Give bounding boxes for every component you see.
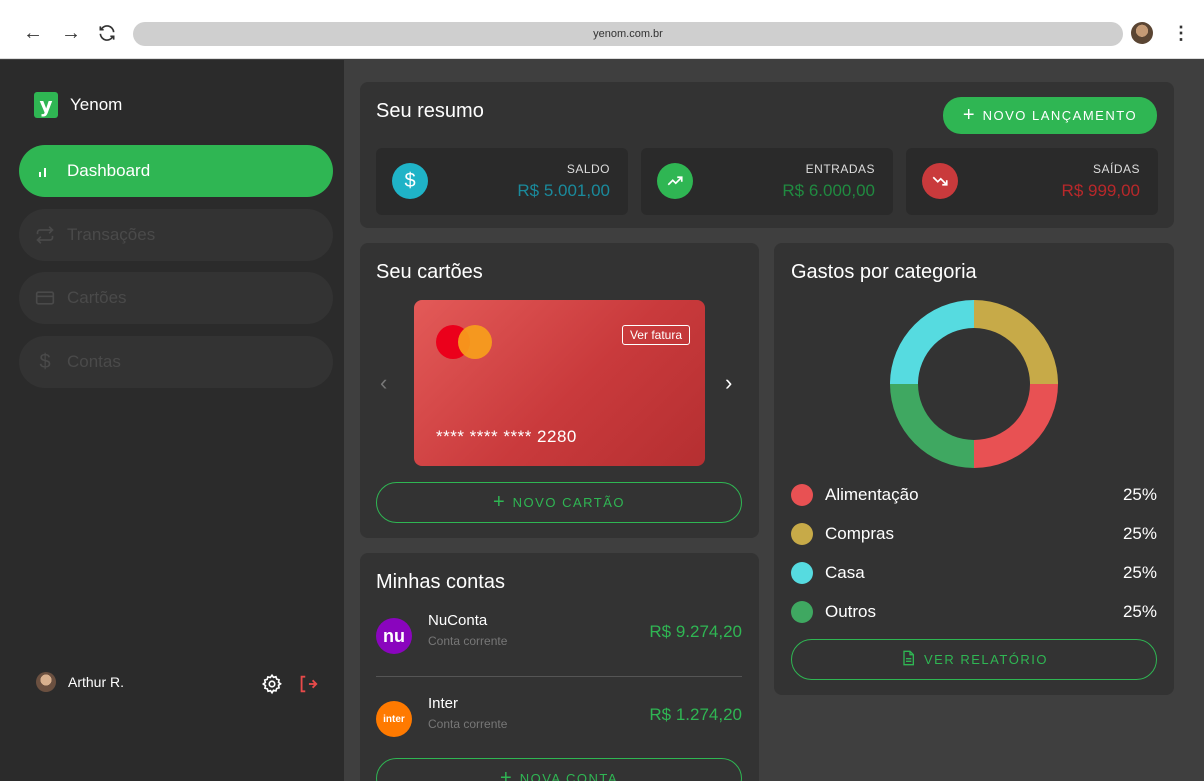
mastercard-logo-circle — [458, 325, 492, 359]
legend-item: Compras 25% — [791, 522, 1157, 546]
summary-title: Seu resumo — [376, 100, 484, 122]
stat-value: R$ 6.000,00 — [782, 181, 875, 200]
stat-label: SALDO — [566, 162, 610, 176]
stat-entradas: ENTRADAS R$ 6.000,00 — [641, 148, 893, 215]
legend-dot — [791, 484, 813, 506]
back-icon[interactable]: ← — [22, 22, 44, 44]
sidebar-item-contas[interactable]: $ Contas — [19, 336, 333, 388]
dollar-icon: $ — [392, 163, 428, 199]
profile-avatar[interactable] — [1131, 22, 1153, 44]
stat-value: R$ 999,00 — [1061, 181, 1140, 200]
legend-percent: 25% — [1122, 602, 1157, 621]
list-item[interactable]: nu NuConta Conta corrente R$ 9.274,20 — [376, 612, 742, 662]
legend-label: Alimentação — [825, 485, 919, 504]
account-name: Inter — [428, 695, 459, 712]
repeat-icon — [35, 225, 55, 245]
accounts-title: Minhas contas — [376, 571, 505, 593]
sidebar-item-transacoes[interactable]: Transações — [19, 209, 333, 261]
credit-card-icon — [35, 288, 55, 308]
inter-logo: inter — [376, 701, 412, 737]
sidebar-item-label: Cartões — [67, 288, 127, 307]
account-balance: R$ 9.274,20 — [649, 622, 742, 641]
donut-slice-compras — [974, 300, 1058, 384]
brand[interactable]: y Yenom — [34, 92, 122, 118]
legend-percent: 25% — [1122, 485, 1157, 504]
legend-label: Casa — [825, 563, 865, 582]
list-item[interactable]: inter Inter Conta corrente R$ 1.274,20 — [376, 695, 742, 745]
plus-icon: + — [500, 767, 512, 781]
legend-label: Outros — [825, 602, 877, 621]
plus-icon: + — [492, 491, 505, 513]
legend-item: Alimentação 25% — [791, 483, 1157, 507]
account-balance: R$ 1.274,20 — [649, 705, 742, 724]
gear-icon[interactable] — [261, 673, 283, 695]
donut-slice-alimentação — [974, 384, 1058, 468]
sidebar-item-cartoes[interactable]: Cartões — [19, 272, 333, 324]
avatar — [36, 672, 56, 692]
stat-label: SAÍDAS — [1092, 162, 1140, 176]
nubank-logo: nu — [376, 618, 412, 654]
trending-down-icon — [922, 163, 958, 199]
bar-chart-icon — [35, 161, 55, 181]
view-invoice-button[interactable]: Ver fatura — [621, 325, 690, 345]
legend-item: Outros 25% — [791, 600, 1157, 624]
category-donut-chart — [890, 300, 1058, 468]
donut-slice-outros — [890, 384, 974, 468]
new-transaction-label: NOVO LANÇAMENTO — [982, 108, 1138, 123]
view-report-button[interactable]: VER RELATÓRIO — [791, 639, 1157, 680]
user-name: Arthur R. — [68, 674, 125, 690]
legend-item: Casa 25% — [791, 561, 1157, 585]
chevron-left-icon[interactable]: ‹ — [380, 370, 387, 396]
cards-title: Seu cartões — [376, 261, 483, 283]
sidebar-item-label: Dashboard — [67, 161, 151, 180]
document-icon — [900, 649, 916, 670]
legend-percent: 25% — [1122, 524, 1157, 543]
stat-saldo: $ SALDO R$ 5.001,00 — [376, 148, 628, 215]
sidebar-item-label: Transações — [67, 225, 156, 244]
browser-toolbar: ← → yenom.com.br ⋮ — [0, 0, 1204, 59]
kebab-menu-icon[interactable]: ⋮ — [1172, 22, 1190, 44]
new-transaction-button[interactable]: + NOVO LANÇAMENTO — [943, 97, 1157, 134]
donut-slice-casa — [890, 300, 974, 384]
credit-card[interactable]: Ver fatura **** **** **** 2280 — [414, 300, 705, 466]
view-report-label: VER RELATÓRIO — [923, 652, 1048, 667]
legend-dot — [791, 523, 813, 545]
categories-title: Gastos por categoria — [791, 261, 977, 283]
brand-name: Yenom — [70, 95, 123, 114]
chevron-right-icon[interactable]: › — [725, 370, 732, 396]
forward-icon[interactable]: → — [60, 22, 82, 44]
legend-label: Compras — [825, 524, 894, 543]
account-name: NuConta — [428, 612, 488, 629]
new-card-label: NOVO CARTÃO — [512, 495, 626, 510]
divider — [376, 676, 742, 677]
brand-logo: y — [34, 92, 58, 118]
stat-value: R$ 5.001,00 — [517, 181, 610, 200]
sidebar-item-label: Contas — [67, 352, 121, 371]
user-profile[interactable]: Arthur R. — [36, 672, 124, 692]
legend-percent: 25% — [1122, 563, 1157, 582]
plus-icon: + — [962, 104, 975, 126]
account-type: Conta corrente — [428, 634, 508, 648]
legend-dot — [791, 562, 813, 584]
sidebar-item-dashboard[interactable]: Dashboard — [19, 145, 333, 197]
trending-up-icon — [657, 163, 693, 199]
new-account-button[interactable]: + NOVA CONTA — [376, 758, 742, 781]
stat-saidas: SAÍDAS R$ 999,00 — [906, 148, 1158, 215]
logout-icon[interactable] — [297, 673, 319, 695]
account-type: Conta corrente — [428, 717, 508, 731]
new-account-label: NOVA CONTA — [519, 771, 618, 781]
new-card-button[interactable]: + NOVO CARTÃO — [376, 482, 742, 523]
stat-label: ENTRADAS — [805, 162, 875, 176]
legend-dot — [791, 601, 813, 623]
dollar-icon: $ — [39, 350, 51, 373]
card-number: **** **** **** 2280 — [436, 427, 577, 446]
reload-icon[interactable] — [96, 22, 118, 44]
address-bar[interactable]: yenom.com.br — [133, 22, 1123, 46]
